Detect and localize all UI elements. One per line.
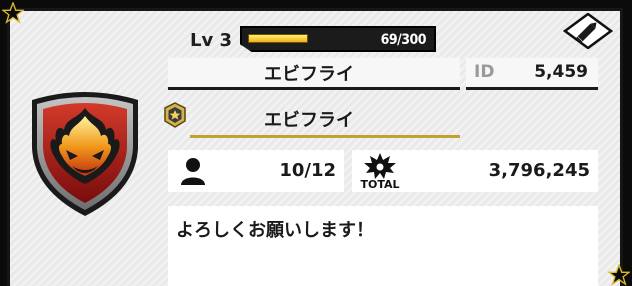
total-burst-icon: TOTAL [360,152,404,190]
flame-shield-emblem [26,86,144,218]
total-label: TOTAL [360,178,399,190]
player-name-field: エビフライ [168,58,460,90]
pencil-icon [563,13,613,49]
xp-progress-text: 69/300 [380,32,427,48]
edit-profile-button[interactable] [563,13,613,49]
friends-count: 10/12 [279,160,336,181]
total-score-value: 3,796,245 [488,160,590,181]
xp-progress-bar: 69/300 [240,26,436,52]
star-icon [2,2,24,24]
guild-name: エビフライ [264,110,354,131]
player-id-value: 5,459 [534,62,588,82]
player-name: エビフライ [264,64,354,85]
total-score-box: TOTAL 3,796,245 [352,150,598,192]
xp-progress-fill [248,34,308,43]
guild-name-field: エビフライ [190,98,460,138]
player-id-field: ID 5,459 [466,58,598,90]
friends-count-box: 10/12 [168,150,344,192]
level-label: Lv 3 [190,30,232,51]
star-icon [608,264,630,286]
person-icon [180,157,206,185]
profile-comment-box: よろしくお願いします！ [168,206,598,286]
profile-comment: よろしくお願いします！ [176,220,374,241]
player-id-label: ID [474,62,495,82]
guild-rank-badge-icon [164,102,186,128]
